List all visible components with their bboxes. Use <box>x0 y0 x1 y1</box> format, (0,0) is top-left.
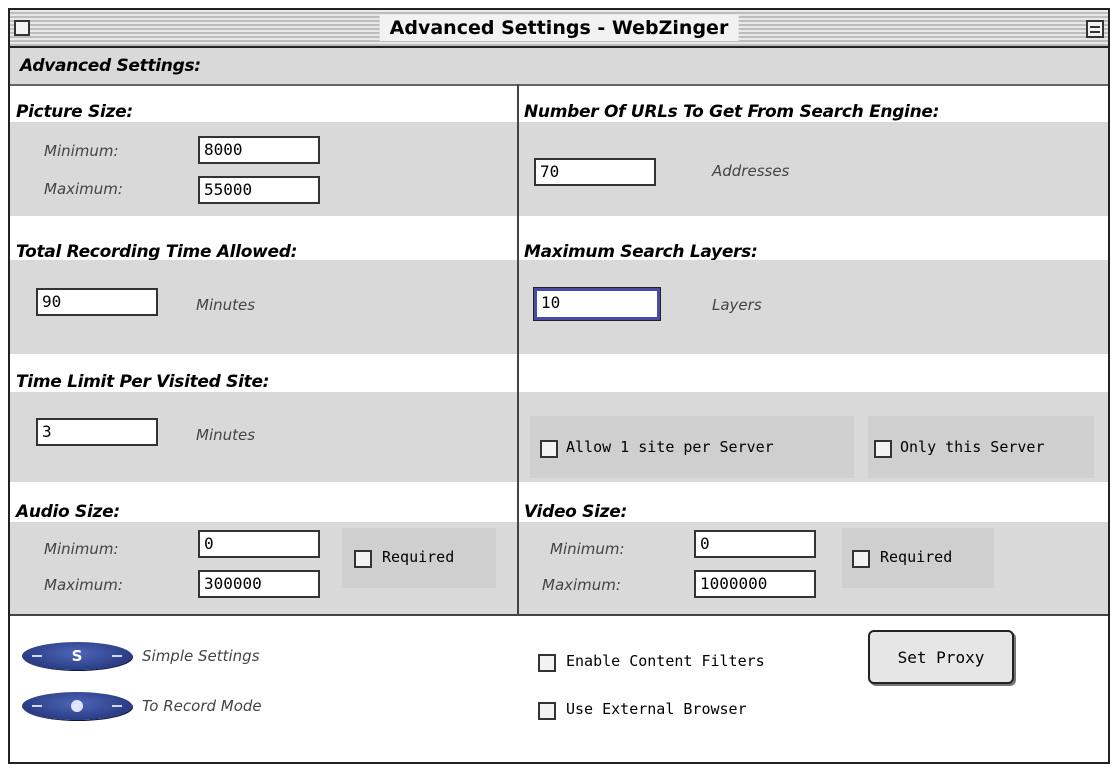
settings-header: Advanced Settings: <box>10 48 1108 86</box>
pill-right-dash-icon <box>112 705 122 707</box>
audio-min-input[interactable]: 0 <box>198 530 320 558</box>
advanced-settings-window: Advanced Settings - WebZinger Advanced S… <box>8 8 1110 764</box>
recording-time-heading: Total Recording Time Allowed: <box>16 242 298 262</box>
record-mode-label[interactable]: To Record Mode <box>142 697 262 715</box>
site-time-heading: Time Limit Per Visited Site: <box>16 372 270 392</box>
audio-size-heading: Audio Size: <box>16 502 120 522</box>
pill-left-dash-icon <box>32 705 42 707</box>
close-box-icon[interactable] <box>14 20 30 36</box>
search-layers-unit: Layers <box>712 296 762 314</box>
audio-max-input[interactable]: 300000 <box>198 570 320 598</box>
picture-min-label: Minimum: <box>44 142 119 160</box>
video-size-heading: Video Size: <box>524 502 627 522</box>
audio-required-checkbox[interactable] <box>354 550 372 568</box>
audio-max-label: Maximum: <box>44 576 123 594</box>
picture-max-label: Maximum: <box>44 180 123 198</box>
search-layers-input[interactable]: 10 <box>533 287 661 321</box>
window-title: Advanced Settings - WebZinger <box>379 15 739 41</box>
video-required-label: Required <box>880 548 953 566</box>
site-time-input[interactable]: 3 <box>36 418 158 446</box>
recording-time-input[interactable]: 90 <box>36 288 158 316</box>
title-bar[interactable]: Advanced Settings - WebZinger <box>10 10 1108 48</box>
simple-settings-mark: S <box>71 647 83 665</box>
audio-required-label: Required <box>382 548 455 566</box>
record-mode-pill-button[interactable] <box>22 692 132 720</box>
audio-min-label: Minimum: <box>44 540 119 558</box>
allow-one-site-checkbox[interactable] <box>540 440 558 458</box>
external-browser-checkbox[interactable] <box>538 702 556 720</box>
video-min-label: Minimum: <box>550 540 625 558</box>
picture-max-input[interactable]: 55000 <box>198 176 320 204</box>
only-this-server-label: Only this Server <box>900 438 1045 456</box>
picture-size-heading: Picture Size: <box>16 102 133 122</box>
external-browser-label: Use External Browser <box>566 700 747 718</box>
simple-settings-pill-button[interactable]: S <box>22 642 132 670</box>
urls-heading: Number Of URLs To Get From Search Engine… <box>524 102 940 122</box>
set-proxy-button[interactable]: Set Proxy <box>868 630 1014 684</box>
pill-left-dash-icon <box>32 655 42 657</box>
video-max-label: Maximum: <box>542 576 621 594</box>
pill-right-dash-icon <box>112 655 122 657</box>
allow-one-site-label: Allow 1 site per Server <box>566 438 774 456</box>
search-layers-heading: Maximum Search Layers: <box>524 242 758 262</box>
zoom-box-icon[interactable] <box>1086 20 1104 38</box>
recording-time-unit: Minutes <box>196 296 256 314</box>
video-max-input[interactable]: 1000000 <box>694 570 816 598</box>
video-required-checkbox[interactable] <box>852 550 870 568</box>
only-this-server-checkbox[interactable] <box>874 440 892 458</box>
record-dot-icon <box>71 700 83 712</box>
footer-divider <box>10 614 1108 616</box>
enable-filters-label: Enable Content Filters <box>566 652 765 670</box>
urls-unit: Addresses <box>712 162 790 180</box>
settings-heading: Advanced Settings: <box>20 56 201 76</box>
video-min-input[interactable]: 0 <box>694 530 816 558</box>
enable-filters-checkbox[interactable] <box>538 654 556 672</box>
site-time-unit: Minutes <box>196 426 256 444</box>
urls-input[interactable]: 70 <box>534 158 656 186</box>
picture-min-input[interactable]: 8000 <box>198 136 320 164</box>
simple-settings-label[interactable]: Simple Settings <box>142 647 260 665</box>
